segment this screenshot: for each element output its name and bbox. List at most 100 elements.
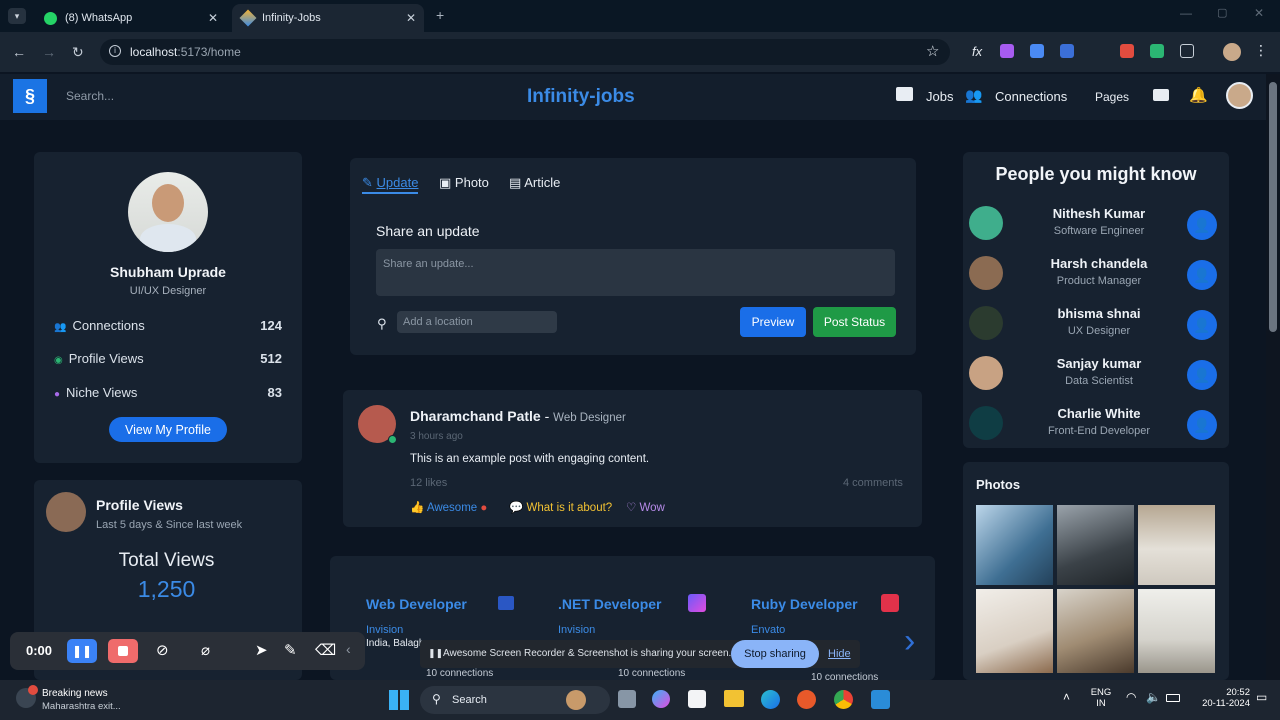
clock[interactable]: 20:52 20-11-2024 — [1196, 687, 1250, 709]
photo-thumb[interactable] — [976, 589, 1053, 673]
close-tab-icon[interactable]: ✕ — [406, 11, 416, 25]
taskview-icon[interactable] — [618, 690, 636, 708]
wifi-icon[interactable]: ◠ — [1126, 690, 1136, 704]
reload-icon[interactable]: ↻ — [72, 44, 84, 61]
photo-thumb[interactable] — [1057, 589, 1134, 673]
stat-profile-views[interactable]: ◉ Profile Views 512 — [54, 351, 282, 366]
search-input[interactable]: Search... — [58, 82, 358, 110]
photo-thumb[interactable] — [1138, 589, 1215, 673]
new-tab-icon[interactable]: + — [436, 7, 444, 23]
view-profile-button[interactable]: View My Profile — [109, 417, 227, 442]
extension-purple-icon[interactable] — [1000, 44, 1014, 58]
store-icon[interactable] — [688, 690, 706, 708]
extension-recorder-icon[interactable] — [1120, 44, 1134, 58]
person-item[interactable]: Harsh chandela Product Manager 👤 — [969, 252, 1225, 296]
edge-icon[interactable] — [761, 690, 780, 709]
nav-connections[interactable]: Connections — [995, 89, 1067, 104]
collapse-chevron-icon[interactable]: ‹ — [346, 641, 351, 657]
news-title[interactable]: Breaking news — [42, 688, 108, 699]
pause-button[interactable]: ❚❚ — [67, 639, 97, 663]
copilot-icon[interactable] — [652, 690, 670, 708]
post-likes[interactable]: 12 likes — [410, 477, 447, 489]
person-item[interactable]: Sanjay kumar Data Scientist 👤 — [969, 352, 1225, 396]
user-avatar[interactable] — [1226, 82, 1253, 109]
add-connection-icon[interactable]: 👤 — [1187, 210, 1217, 240]
mail-icon[interactable] — [1153, 89, 1169, 101]
camera-off-icon[interactable]: ⊘ — [156, 641, 169, 659]
site-info-icon[interactable]: i — [109, 45, 121, 57]
taskbar-search[interactable]: ⚲ Search — [420, 686, 610, 714]
update-textarea[interactable]: Share an update... — [376, 249, 895, 296]
extensions-puzzle-icon[interactable] — [1180, 44, 1194, 58]
extension-fx-icon[interactable]: fx — [972, 44, 982, 59]
favicon-icon — [239, 9, 257, 27]
reaction-wow[interactable]: ♡ Wow — [626, 500, 665, 514]
tab-article[interactable]: ▤ Article — [509, 175, 560, 191]
preview-button[interactable]: Preview — [740, 307, 806, 337]
browser-menu-icon[interactable]: ⋮ — [1254, 42, 1268, 59]
bookmark-star-icon[interactable]: ☆ — [926, 42, 939, 60]
nav-pages[interactable]: Pages — [1095, 90, 1129, 104]
photo-thumb[interactable] — [1138, 505, 1215, 585]
chrome-icon[interactable] — [834, 690, 853, 709]
app-logo-icon[interactable]: § — [13, 79, 47, 113]
tab-update[interactable]: ✎ Update — [362, 175, 419, 194]
mic-off-icon[interactable]: ⌀ — [201, 641, 210, 659]
recorder-time: 0:00 — [26, 643, 53, 658]
person-item[interactable]: bhisma shnai UX Designer 👤 — [969, 302, 1225, 346]
battery-icon[interactable] — [1166, 694, 1180, 702]
photo-thumb[interactable] — [1057, 505, 1134, 585]
extension-docs-icon[interactable] — [1030, 44, 1044, 58]
composer-card: ✎ Update ▣ Photo ▤ Article Share an upda… — [350, 158, 916, 355]
hide-banner-link[interactable]: Hide — [828, 648, 851, 660]
reaction-awesome[interactable]: 👍 Awesome ● — [410, 500, 487, 514]
window-close-icon[interactable]: ✕ — [1254, 6, 1264, 20]
address-bar[interactable]: i localhost:5173/home ☆ — [100, 39, 950, 65]
eraser-icon[interactable]: ⌫ — [315, 641, 336, 659]
vscode-icon[interactable] — [871, 690, 890, 709]
input-language[interactable]: ENG IN — [1090, 687, 1112, 709]
extension-translate-icon[interactable] — [1060, 44, 1074, 58]
tray-chevron-icon[interactable]: ˄ — [1063, 690, 1070, 704]
add-connection-icon[interactable]: 👤 — [1187, 310, 1217, 340]
bell-icon[interactable]: 🔔 — [1189, 86, 1208, 104]
minimize-icon[interactable]: — — [1180, 6, 1192, 20]
stat-niche-views[interactable]: ● Niche Views 83 — [54, 385, 282, 400]
carousel-next-icon[interactable]: › — [904, 624, 915, 658]
tab-photo[interactable]: ▣ Photo — [439, 175, 489, 191]
pen-icon[interactable]: ✎ — [284, 641, 297, 659]
post-author-name[interactable]: Dharamchand Patle — [410, 408, 541, 424]
profile-name: Shubham Uprade — [110, 264, 226, 280]
tab-whatsapp[interactable]: (8) WhatsApp ✕ — [34, 4, 226, 32]
location-input[interactable]: Add a location — [397, 311, 557, 333]
stop-sharing-button[interactable]: Stop sharing — [731, 640, 819, 668]
reaction-what[interactable]: 💬 What is it about? — [509, 500, 612, 514]
forward-icon[interactable]: → — [42, 44, 56, 60]
person-item[interactable]: Charlie White Front-End Developer 👤 — [969, 402, 1225, 446]
person-item[interactable]: Nithesh Kumar Software Engineer 👤 — [969, 202, 1225, 246]
tab-infinity-jobs[interactable]: Infinity-Jobs ✕ — [232, 4, 424, 32]
person-avatar — [969, 306, 1003, 340]
stat-connections[interactable]: 👥 Connections 124 — [54, 318, 282, 333]
volume-icon[interactable]: 🔈 — [1146, 690, 1161, 704]
tab-list-chevron-icon[interactable]: ▾ — [8, 8, 26, 24]
page-scrollbar[interactable] — [1266, 74, 1280, 680]
back-icon[interactable]: ← — [12, 44, 26, 60]
close-tab-icon[interactable]: ✕ — [208, 11, 218, 25]
add-connection-icon[interactable]: 👤 — [1187, 410, 1217, 440]
add-connection-icon[interactable]: 👤 — [1187, 260, 1217, 290]
browser-profile-avatar[interactable] — [1223, 43, 1241, 61]
office-icon[interactable] — [797, 690, 816, 709]
photo-thumb[interactable] — [976, 505, 1053, 585]
maximize-icon[interactable]: ▢ — [1217, 6, 1227, 19]
file-explorer-icon[interactable] — [724, 690, 744, 707]
stop-button[interactable] — [108, 639, 138, 663]
pointer-icon[interactable]: ➤ — [255, 641, 268, 659]
nav-jobs[interactable]: Jobs — [926, 89, 953, 104]
add-connection-icon[interactable]: 👤 — [1187, 360, 1217, 390]
post-status-button[interactable]: Post Status — [813, 307, 896, 337]
notifications-icon[interactable]: ▭ — [1256, 690, 1267, 704]
post-comments[interactable]: 4 comments — [843, 477, 903, 489]
extension-pen-icon[interactable] — [1150, 44, 1164, 58]
windows-start-icon[interactable] — [389, 690, 409, 710]
